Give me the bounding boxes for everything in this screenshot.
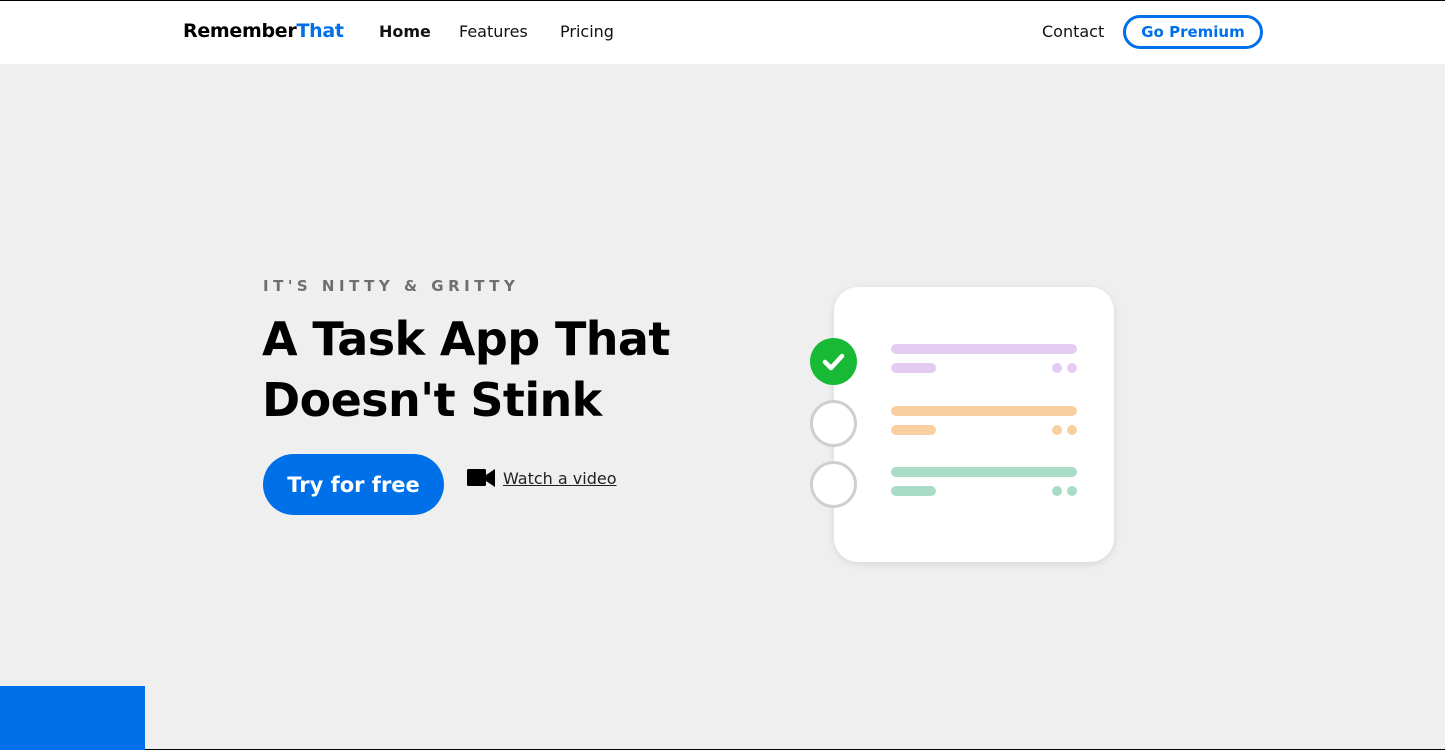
task-line-long [891, 467, 1077, 477]
nav-link-features[interactable]: Features [459, 22, 528, 41]
task-dot [1052, 363, 1062, 373]
check-icon [822, 353, 845, 371]
task-dot [1067, 363, 1077, 373]
task-dot [1067, 425, 1077, 435]
task-line-short [891, 363, 936, 373]
task-checkmark-empty [810, 461, 857, 508]
site-header: RememberThat Home Features Pricing Conta… [0, 1, 1445, 64]
logo-text-that: That [296, 20, 344, 42]
hero-eyebrow: IT'S NITTY & GRITTY [263, 277, 520, 295]
task-dot [1052, 425, 1062, 435]
watch-video-link[interactable]: Watch a video [467, 467, 617, 489]
try-for-free-button[interactable]: Try for free [263, 454, 444, 515]
task-dot [1067, 486, 1077, 496]
video-camera-icon [467, 469, 495, 487]
task-dot [1052, 486, 1062, 496]
nav-link-pricing[interactable]: Pricing [560, 22, 614, 41]
logo-text-remember: Remember [183, 20, 297, 42]
nav-link-home[interactable]: Home [379, 22, 431, 41]
task-checkmark-done [810, 338, 857, 385]
task-checkmark-empty [810, 400, 857, 447]
watch-video-label: Watch a video [503, 468, 617, 488]
blue-corner-block [0, 686, 145, 750]
nav-link-contact[interactable]: Contact [1042, 22, 1104, 41]
logo[interactable]: RememberThat [183, 20, 344, 42]
task-line-short [891, 486, 936, 496]
task-line-long [891, 344, 1077, 354]
hero-title: A Task App That Doesn't Stink [262, 312, 670, 427]
go-premium-button[interactable]: Go Premium [1123, 15, 1263, 49]
task-line-long [891, 406, 1077, 416]
task-line-short [891, 425, 936, 435]
